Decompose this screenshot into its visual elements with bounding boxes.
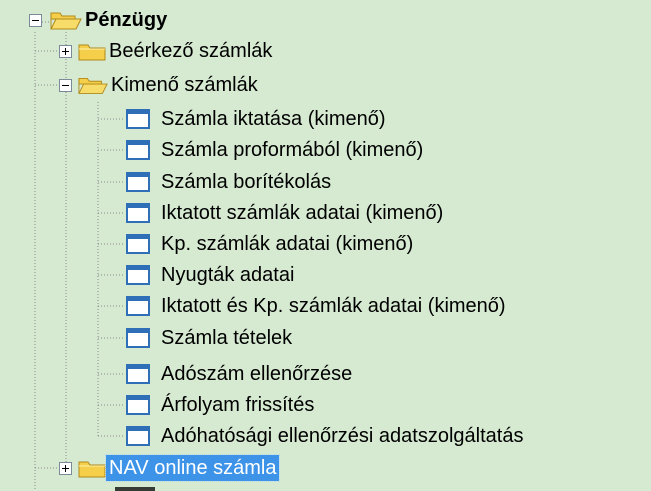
form-window-icon bbox=[126, 234, 150, 254]
form-window-icon bbox=[126, 296, 150, 316]
form-window-icon bbox=[126, 203, 150, 223]
tree-leaf-nyugtak-adatai[interactable]: Nyugták adatai bbox=[125, 260, 297, 290]
folder-open-icon bbox=[50, 12, 82, 30]
tree-node-label: Kp. számlák adatai (kimenő) bbox=[161, 233, 414, 255]
tree-leaf-iktatott-es-kp-szamlak-adatai[interactable]: Iktatott és Kp. számlák adatai (kimenő) bbox=[125, 291, 509, 321]
form-window-icon bbox=[126, 140, 150, 160]
tree-node-label: Iktatott számlák adatai (kimenő) bbox=[161, 202, 444, 224]
tree-node-label: Pénzügy bbox=[85, 9, 168, 31]
form-window-icon bbox=[126, 265, 150, 285]
folder-closed-icon bbox=[78, 44, 106, 61]
tree-leaf-adoszam-ellenorzese[interactable]: Adószám ellenőrzése bbox=[125, 359, 355, 389]
tree-node-label: Számla tételek bbox=[161, 327, 293, 349]
tree-leaf-szamla-boritekolas[interactable]: Számla borítékolás bbox=[125, 167, 334, 197]
folder-open-icon bbox=[78, 77, 108, 94]
expand-toggle-icon[interactable] bbox=[59, 461, 72, 475]
tree-node-label: Adószám ellenőrzése bbox=[161, 363, 353, 385]
navigation-tree: Pénzügy Beérkező számlák Kimenő számlák … bbox=[0, 0, 651, 491]
tree-node-label: Adóhatósági ellenőrzési adatszolgáltatás bbox=[161, 425, 524, 447]
tree-leaf-szamla-iktatasa[interactable]: Számla iktatása (kimenő) bbox=[125, 104, 389, 134]
collapse-toggle-icon[interactable] bbox=[29, 13, 42, 27]
form-window-icon bbox=[126, 109, 150, 129]
tree-leaf-arfolyam-frissites[interactable]: Árfolyam frissítés bbox=[125, 390, 317, 420]
tree-node-penzugy[interactable]: Pénzügy bbox=[29, 5, 170, 35]
tree-node-label: Számla iktatása (kimenő) bbox=[161, 108, 386, 130]
tree-node-nav-online-szamla[interactable]: NAV online számla bbox=[59, 453, 281, 483]
folder-closed-icon bbox=[78, 461, 106, 478]
tree-node-label: Számla proformából (kimenő) bbox=[161, 139, 424, 161]
tree-node-label: Iktatott és Kp. számlák adatai (kimenő) bbox=[161, 295, 506, 317]
form-window-icon bbox=[126, 426, 150, 446]
tree-leaf-szamla-proformabol[interactable]: Számla proformából (kimenő) bbox=[125, 135, 426, 165]
tree-node-kimeno-szamlak[interactable]: Kimenő számlák bbox=[59, 70, 261, 100]
tree-node-label: Árfolyam frissítés bbox=[161, 394, 315, 416]
tree-node-label-selected: NAV online számla bbox=[104, 454, 281, 482]
partially-visible-node bbox=[115, 487, 155, 491]
tree-node-beerkezo-szamlak[interactable]: Beérkező számlák bbox=[59, 36, 275, 66]
tree-node-label: Számla borítékolás bbox=[161, 171, 332, 193]
tree-node-label: Beérkező számlák bbox=[109, 40, 273, 62]
form-window-icon bbox=[126, 395, 150, 415]
tree-leaf-szamla-tetelek[interactable]: Számla tételek bbox=[125, 323, 295, 353]
tree-node-label: Kimenő számlák bbox=[111, 74, 258, 96]
tree-leaf-adohatosagi-ellenorzesi-adatszolgaltatas[interactable]: Adóhatósági ellenőrzési adatszolgáltatás bbox=[125, 421, 526, 451]
collapse-toggle-icon[interactable] bbox=[59, 78, 72, 92]
tree-leaf-kp-szamlak-adatai[interactable]: Kp. számlák adatai (kimenő) bbox=[125, 229, 416, 259]
tree-node-label: Nyugták adatai bbox=[161, 264, 295, 286]
tree-leaf-iktatott-szamlak-adatai[interactable]: Iktatott számlák adatai (kimenő) bbox=[125, 198, 446, 228]
form-window-icon bbox=[126, 328, 150, 348]
expand-toggle-icon[interactable] bbox=[59, 44, 72, 58]
form-window-icon bbox=[126, 172, 150, 192]
form-window-icon bbox=[126, 364, 150, 384]
